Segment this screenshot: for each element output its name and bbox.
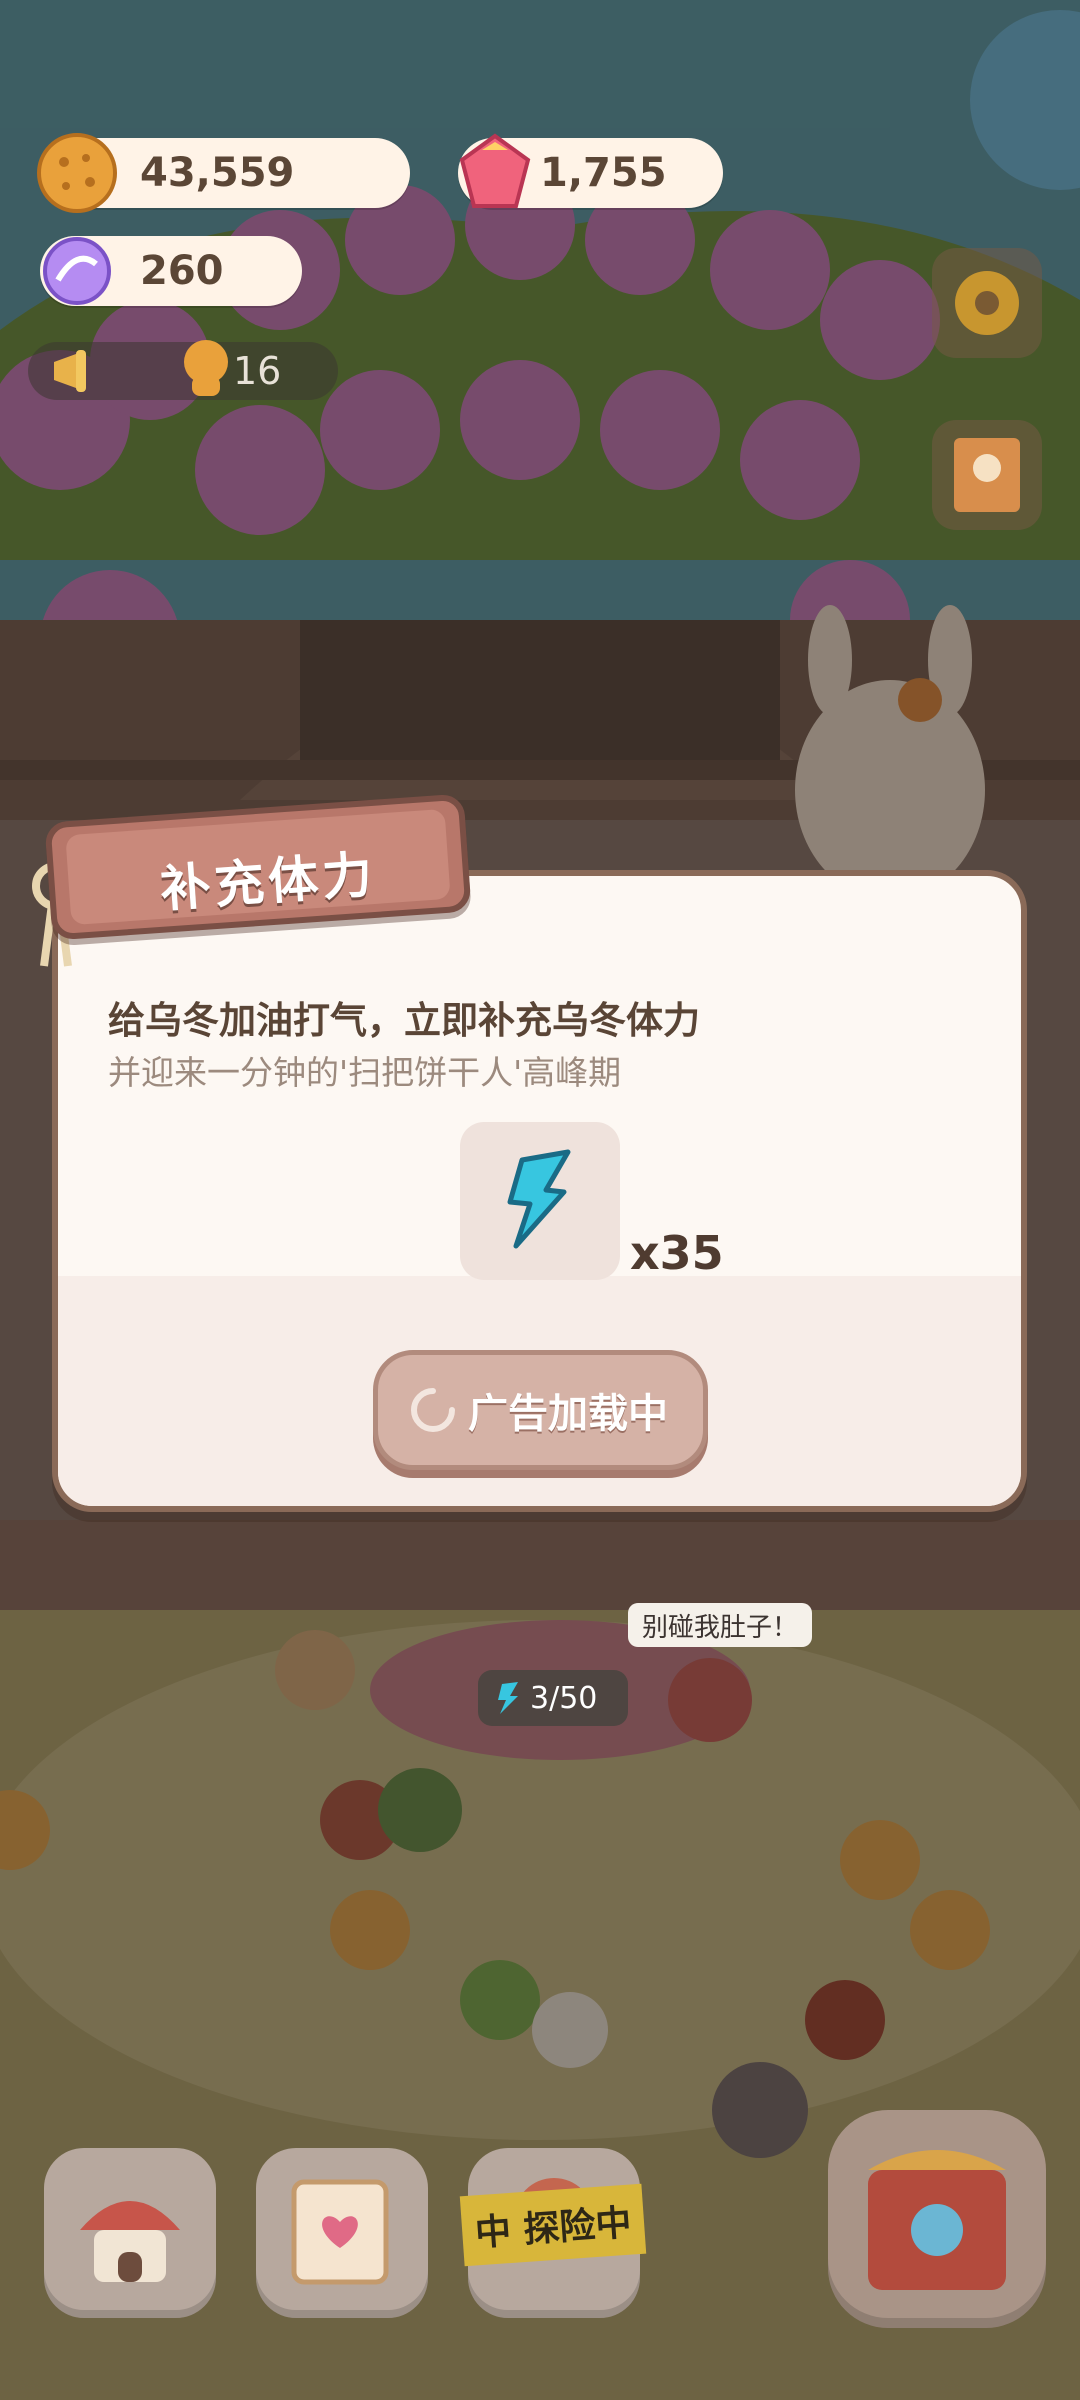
candy-icon — [43, 237, 111, 305]
exploring-status-tape: 中 探险中 — [459, 2183, 647, 2267]
character-speech-bubble: 别碰我肚子！ — [628, 1603, 813, 1647]
candy-currency[interactable]: 260 — [40, 236, 302, 306]
gear-icon — [955, 271, 1019, 335]
pink-gem-icon — [459, 133, 531, 208]
lightning-energy-icon — [507, 1149, 571, 1249]
cookie-man-icon — [184, 340, 228, 396]
stamp-button[interactable] — [932, 420, 1042, 530]
hotel-icon — [80, 2201, 180, 2282]
cookie-amount: 43,559 — [140, 150, 295, 196]
stamp-icon — [954, 438, 1020, 512]
cookie-coin-icon — [37, 133, 117, 213]
reward-item — [460, 1122, 620, 1280]
cookie-currency[interactable]: 43,559 — [37, 133, 410, 213]
energy-value: 3/50 — [530, 1680, 598, 1716]
gem-currency[interactable]: 1,755 — [458, 133, 723, 208]
reward-amount: x35 — [630, 1226, 724, 1280]
loading-spinner-icon — [411, 1388, 455, 1432]
megaphone-icon — [54, 350, 86, 392]
theater-icon — [868, 2150, 1006, 2290]
dialog-description-line2: 并迎来一分钟的'扫把饼干人'高峰期 — [108, 1053, 622, 1092]
diary-icon — [291, 2179, 389, 2285]
notice-count: 16 — [233, 349, 282, 393]
energy-plus-icon — [498, 1682, 518, 1714]
diary-button[interactable] — [256, 2148, 428, 2318]
announcement-bar[interactable]: 16 — [28, 340, 338, 400]
hotel-button[interactable] — [44, 2148, 216, 2318]
theater-button[interactable] — [828, 2110, 1046, 2328]
dialog-description-line1: 给乌冬加油打气，立即补充乌冬体力 — [108, 999, 700, 1042]
gem-amount: 1,755 — [540, 150, 667, 196]
settings-button[interactable] — [932, 248, 1042, 358]
dialog-title: 补充体力 — [158, 845, 379, 919]
ad-loading-button[interactable]: 广告加载中 — [373, 1350, 708, 1470]
ad-button-label: 广告加载中 — [468, 1391, 668, 1437]
candy-amount: 260 — [140, 248, 224, 294]
energy-counter: 3/50 — [478, 1670, 628, 1726]
